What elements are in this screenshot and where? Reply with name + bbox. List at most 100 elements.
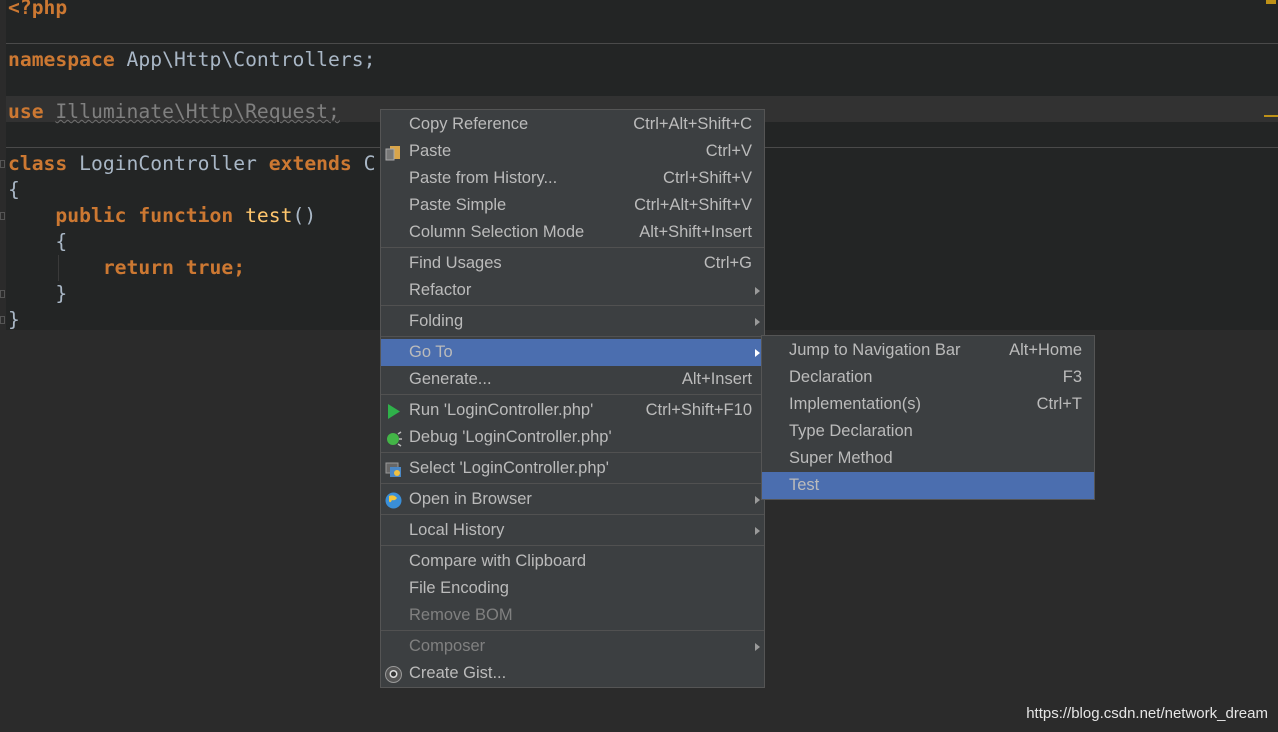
menu-item-file-encoding[interactable]: File Encoding bbox=[381, 575, 764, 602]
menu-item-find-usages[interactable]: Find Usages Ctrl+G bbox=[381, 250, 764, 277]
code-line: return true; bbox=[8, 256, 246, 279]
menu-item-compare-with-clipboard[interactable]: Compare with Clipboard bbox=[381, 548, 764, 575]
submenu-arrow-icon bbox=[755, 643, 760, 651]
submenu-arrow-icon bbox=[755, 349, 760, 357]
menu-item-label: Column Selection Mode bbox=[409, 223, 585, 241]
watermark: https://blog.csdn.net/network_dream bbox=[1026, 705, 1268, 722]
menu-item-shortcut: Ctrl+Shift+F10 bbox=[645, 401, 752, 419]
menu-item-declaration[interactable]: Declaration F3 bbox=[762, 364, 1094, 391]
menu-item-implementation-s[interactable]: Implementation(s) Ctrl+T bbox=[762, 391, 1094, 418]
menu-separator bbox=[381, 247, 764, 248]
menu-item-label: Test bbox=[789, 476, 820, 494]
menu-item-create-gist[interactable]: Create Gist... bbox=[381, 660, 764, 687]
submenu-arrow-icon bbox=[755, 496, 760, 504]
code-line: } bbox=[8, 282, 68, 305]
menu-item-shortcut: F3 bbox=[1062, 368, 1082, 386]
menu-item-generate[interactable]: Generate... Alt+Insert bbox=[381, 366, 764, 393]
menu-item-shortcut: Alt+Home bbox=[1009, 341, 1082, 359]
menu-item-paste-from-history[interactable]: Paste from History... Ctrl+Shift+V bbox=[381, 165, 764, 192]
code-line: class LoginController extends C bbox=[8, 152, 376, 175]
code-line: use Illuminate\Http\Request; bbox=[8, 100, 340, 123]
menu-item-shortcut: Ctrl+Alt+Shift+V bbox=[634, 196, 752, 214]
menu-item-label: Select 'LoginController.php' bbox=[409, 459, 609, 477]
menu-item-label: Create Gist... bbox=[409, 664, 507, 682]
fold-icon[interactable] bbox=[0, 160, 5, 168]
menu-item-label: Composer bbox=[409, 637, 486, 655]
menu-item-paste-simple[interactable]: Paste Simple Ctrl+Alt+Shift+V bbox=[381, 192, 764, 219]
menu-item-shortcut: Alt+Shift+Insert bbox=[639, 223, 752, 241]
code-line: { bbox=[8, 230, 68, 253]
code-line: namespace App\Http\Controllers; bbox=[8, 48, 376, 71]
menu-item-label: File Encoding bbox=[409, 579, 509, 597]
menu-item-folding[interactable]: Folding bbox=[381, 308, 764, 335]
submenu-arrow-icon bbox=[755, 527, 760, 535]
menu-item-shortcut: Ctrl+G bbox=[703, 254, 752, 272]
method-separator bbox=[6, 43, 1278, 44]
menu-item-run-logincontroller-php[interactable]: Run 'LoginController.php' Ctrl+Shift+F10 bbox=[381, 397, 764, 424]
menu-separator bbox=[381, 514, 764, 515]
menu-separator bbox=[381, 336, 764, 337]
paste-icon bbox=[385, 143, 402, 161]
menu-item-label: Debug 'LoginController.php' bbox=[409, 428, 612, 446]
menu-item-label: Paste from History... bbox=[409, 169, 558, 187]
menu-item-label: Type Declaration bbox=[789, 422, 913, 440]
goto-submenu: Jump to Navigation Bar Alt+Home Declaratio… bbox=[761, 335, 1095, 500]
menu-item-label: Run 'LoginController.php' bbox=[409, 401, 594, 419]
menu-item-label: Copy Reference bbox=[409, 115, 529, 133]
menu-separator bbox=[381, 545, 764, 546]
menu-item-shortcut: Ctrl+V bbox=[705, 142, 752, 160]
menu-separator bbox=[381, 483, 764, 484]
context-menu: Copy Reference Ctrl+Alt+Shift+C Paste Ctrl+… bbox=[380, 109, 765, 688]
menu-item-label: Super Method bbox=[789, 449, 893, 467]
code-line: { bbox=[8, 178, 20, 201]
submenu-arrow-icon bbox=[755, 318, 760, 326]
menu-item-label: Implementation(s) bbox=[789, 395, 922, 413]
menu-item-label: Go To bbox=[409, 343, 453, 361]
menu-item-shortcut: Ctrl+Shift+V bbox=[663, 169, 752, 187]
menu-item-debug-logincontroller-php[interactable]: Debug 'LoginController.php' bbox=[381, 424, 764, 451]
code-line: } bbox=[8, 308, 20, 331]
menu-item-paste[interactable]: Paste Ctrl+V bbox=[381, 138, 764, 165]
menu-item-type-declaration[interactable]: Type Declaration bbox=[762, 418, 1094, 445]
run-icon bbox=[385, 402, 402, 419]
select-target-icon bbox=[385, 460, 402, 477]
debug-icon bbox=[385, 429, 402, 447]
menu-item-label: Find Usages bbox=[409, 254, 502, 272]
code-line: <?php bbox=[8, 0, 68, 19]
menu-item-select-logincontroller-php[interactable]: Select 'LoginController.php' bbox=[381, 455, 764, 482]
menu-item-shortcut: Ctrl+T bbox=[1036, 395, 1082, 413]
fold-icon[interactable] bbox=[0, 212, 5, 220]
menu-separator bbox=[381, 630, 764, 631]
menu-item-go-to[interactable]: Go To bbox=[381, 339, 764, 366]
menu-item-column-selection-mode[interactable]: Column Selection Mode Alt+Shift+Insert bbox=[381, 219, 764, 246]
fold-icon[interactable] bbox=[0, 316, 5, 324]
menu-item-shortcut: Ctrl+Alt+Shift+C bbox=[633, 115, 752, 133]
menu-item-shortcut: Alt+Insert bbox=[681, 370, 752, 388]
menu-item-label: Generate... bbox=[409, 370, 492, 388]
menu-item-label: Compare with Clipboard bbox=[409, 552, 586, 570]
fold-icon[interactable] bbox=[0, 290, 5, 298]
menu-separator bbox=[381, 394, 764, 395]
menu-item-label: Jump to Navigation Bar bbox=[789, 341, 961, 359]
menu-item-local-history[interactable]: Local History bbox=[381, 517, 764, 544]
menu-item-jump-to-navigation-bar[interactable]: Jump to Navigation Bar Alt+Home bbox=[762, 337, 1094, 364]
menu-item-label: Paste Simple bbox=[409, 196, 507, 214]
menu-item-label: Open in Browser bbox=[409, 490, 532, 508]
menu-item-label: Remove BOM bbox=[409, 606, 513, 624]
menu-item-open-in-browser[interactable]: Open in Browser bbox=[381, 486, 764, 513]
submenu-arrow-icon bbox=[755, 287, 760, 295]
menu-item-copy-reference[interactable]: Copy Reference Ctrl+Alt+Shift+C bbox=[381, 111, 764, 138]
menu-item-remove-bom: Remove BOM bbox=[381, 602, 764, 629]
menu-item-label: Folding bbox=[409, 312, 464, 330]
menu-item-label: Paste bbox=[409, 142, 452, 160]
menu-separator bbox=[381, 452, 764, 453]
menu-item-composer: Composer bbox=[381, 633, 764, 660]
warning-marker[interactable] bbox=[1266, 0, 1276, 4]
menu-item-refactor[interactable]: Refactor bbox=[381, 277, 764, 304]
menu-separator bbox=[381, 305, 764, 306]
menu-item-label: Refactor bbox=[409, 281, 472, 299]
code-line: public function test() bbox=[8, 204, 317, 227]
menu-item-test[interactable]: Test bbox=[762, 472, 1094, 499]
warning-marker[interactable] bbox=[1264, 115, 1278, 117]
menu-item-super-method[interactable]: Super Method bbox=[762, 445, 1094, 472]
